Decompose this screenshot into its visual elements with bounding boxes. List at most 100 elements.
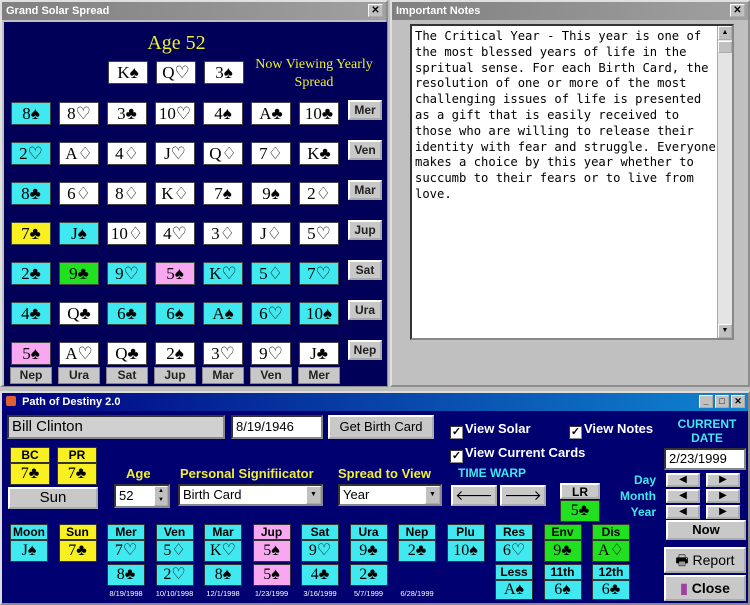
period-card-sun[interactable]: 7♣ [58,540,97,562]
spread-card[interactable]: K♢ [155,182,195,205]
spread-card[interactable]: 4♠ [203,102,243,125]
spread-card[interactable]: K♣ [299,142,339,165]
spread-card[interactable]: 7♠ [203,182,243,205]
period-card2-ven[interactable]: 2♡ [155,564,194,586]
view-notes-checkbox[interactable]: ✓ View Notes [569,421,653,439]
spread-card[interactable]: Q♣ [59,302,99,325]
name-field[interactable]: Bill Clinton [7,415,225,439]
spread-card[interactable]: A♡ [59,342,99,365]
period-card-dis[interactable]: A♢ [592,540,630,562]
time-warp-forward-button[interactable]: 🡒 [500,485,546,506]
spread-card[interactable]: 5♢ [251,262,291,285]
spread-card[interactable]: 7♡ [299,262,339,285]
spread-card[interactable]: J♡ [155,142,195,165]
period-card-mer[interactable]: 7♡ [107,540,145,562]
period-card-plu[interactable]: 10♠ [446,540,485,562]
minimize-icon[interactable]: _ [699,395,713,408]
close-button[interactable]: ▮ Close [664,575,746,601]
spread-card[interactable]: 9♡ [251,342,291,365]
spread-card[interactable]: 7♢ [251,142,291,165]
scroll-up-icon[interactable]: ▲ [718,26,732,40]
maximize-icon[interactable]: □ [715,395,729,408]
report-button[interactable]: 🖶 Report [664,547,746,573]
spread-card[interactable]: Q♢ [203,142,243,165]
spread-card[interactable]: 8♢ [107,182,147,205]
main-close-icon[interactable]: ✕ [731,395,745,408]
period-card-env[interactable]: 9♣ [543,540,582,562]
spread-card[interactable]: Q♣ [107,342,147,365]
notes-scrollbar[interactable]: ▲ ▼ [717,26,732,338]
spread-card[interactable]: A♠ [203,302,243,325]
current-date-field[interactable]: 2/23/1999 [664,448,746,470]
spread-card[interactable]: 6♡ [251,302,291,325]
get-birth-card-button[interactable]: Get Birth Card [328,415,434,439]
spread-select[interactable]: Year ▼ [338,484,442,506]
period-card-moon[interactable]: J♠ [10,540,48,562]
day-forward-button[interactable]: ▶ [706,473,740,487]
spread-card[interactable]: J♣ [299,342,339,365]
period-card-mar[interactable]: K♡ [204,540,242,562]
scroll-thumb[interactable] [718,41,732,53]
period-card2-jup[interactable]: 5♠ [252,564,291,586]
time-warp-back-button[interactable]: 🡐 [451,485,497,506]
spread-card[interactable]: 4♣ [11,302,51,325]
year-back-button[interactable]: ◀ [666,505,700,519]
solar-close-icon[interactable]: ✕ [368,4,383,17]
spread-card[interactable]: 7♣ [11,222,51,245]
spread-card[interactable]: 4♢ [107,142,147,165]
extra-card-less[interactable]: A♠ [495,580,533,600]
spread-card[interactable]: 5♡ [299,222,339,245]
solar-titlebar[interactable]: Grand Solar Spread ✕ [2,2,386,20]
spread-card[interactable]: 9♣ [59,262,99,285]
spread-card[interactable]: 3♣ [107,102,147,125]
spread-card[interactable]: 8♣ [11,182,51,205]
age-field[interactable]: 52 ▲ ▼ [114,484,170,508]
chevron-down-icon[interactable]: ▼ [425,486,440,504]
spread-card[interactable]: J♢ [251,222,291,245]
spread-card[interactable]: 5♠ [155,262,195,285]
spread-card[interactable]: 10♣ [299,102,339,125]
spread-card[interactable]: 9♡ [107,262,147,285]
spread-card[interactable]: 2♠ [155,342,195,365]
spread-card[interactable]: A♢ [59,142,99,165]
spread-card[interactable]: 2♣ [11,262,51,285]
spread-card[interactable]: 10♠ [299,302,339,325]
spread-card[interactable]: 2♢ [299,182,339,205]
period-card-ven[interactable]: 5♢ [155,540,194,562]
spread-card[interactable]: 4♡ [155,222,195,245]
scroll-down-icon[interactable]: ▼ [718,324,732,338]
spread-card[interactable]: A♣ [251,102,291,125]
extra-card-11th[interactable]: 6♠ [543,580,582,600]
spread-card[interactable]: 9♠ [251,182,291,205]
spread-card[interactable]: 3♢ [203,222,243,245]
view-solar-checkbox[interactable]: ✓ View Solar [450,421,531,439]
spread-card[interactable]: 6♢ [59,182,99,205]
signifiicator-select[interactable]: Birth Card ▼ [178,484,323,506]
period-card-ura[interactable]: 9♣ [349,540,388,562]
spread-card[interactable]: J♠ [59,222,99,245]
period-card-nep[interactable]: 2♣ [398,540,436,562]
notes-titlebar[interactable]: Important Notes ✕ [392,2,748,20]
spread-card[interactable]: K♡ [203,262,243,285]
notes-textbox[interactable]: The Critical Year - This year is one of … [410,24,734,340]
period-card2-mer[interactable]: 8♣ [107,564,145,586]
chevron-down-icon[interactable]: ▼ [306,486,321,504]
spread-card[interactable]: 2♡ [11,142,51,165]
day-back-button[interactable]: ◀ [666,473,700,487]
spread-card[interactable]: 5♠ [11,342,51,365]
spread-card[interactable]: 6♣ [107,302,147,325]
main-titlebar[interactable]: Path of Destiny 2.0 _ □ ✕ [2,393,748,411]
period-card2-mar[interactable]: 8♠ [204,564,242,586]
spread-card[interactable]: 6♠ [155,302,195,325]
period-card2-sat[interactable]: 4♣ [301,564,339,586]
now-button[interactable]: Now [666,520,746,540]
month-forward-button[interactable]: ▶ [706,489,740,503]
spread-card[interactable]: 8♠ [11,102,51,125]
month-back-button[interactable]: ◀ [666,489,700,503]
spread-card[interactable]: 3♡ [203,342,243,365]
view-current-checkbox[interactable]: ✓ View Current Cards [450,445,585,463]
birth-date-field[interactable]: 8/19/1946 [231,415,323,439]
spread-card[interactable]: 10♢ [107,222,147,245]
spread-card[interactable]: 10♡ [155,102,195,125]
period-card-sat[interactable]: 9♡ [301,540,339,562]
